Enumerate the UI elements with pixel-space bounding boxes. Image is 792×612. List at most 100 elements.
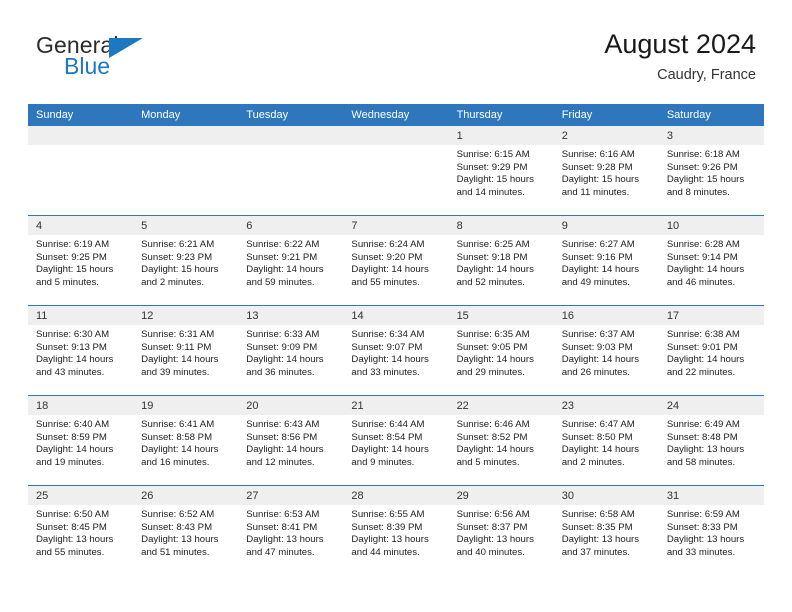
general-blue-logo[interactable]: General Blue (36, 34, 226, 88)
calendar-cell-inner (133, 126, 239, 215)
calendar-day-cell[interactable]: 8 Sunrise: 6:25 AM Sunset: 9:18 PM Daylight… (448, 215, 554, 306)
weekday-header-tuesday: Tuesday (238, 104, 344, 126)
calendar-day-cell[interactable]: 1 Sunrise: 6:15 AM Sunset: 9:29 PM Daylight… (448, 126, 554, 216)
sunset-time: Sunset: 9:01 PM (666, 341, 738, 353)
calendar-day-cell[interactable]: 17 Sunrise: 6:38 AM Sunset: 9:01 PM Dayligh… (658, 305, 764, 396)
calendar-cell-inner: 25 Sunrise: 6:50 AM Sunset: 8:45 PM Dayligh… (28, 486, 134, 575)
calendar-cell-empty (343, 126, 449, 216)
day-number: 8 (448, 216, 554, 235)
calendar-day-cell[interactable]: 6 Sunrise: 6:22 AM Sunset: 9:21 PM Daylight… (238, 215, 344, 306)
calendar-day-cell[interactable]: 21 Sunrise: 6:44 AM Sunset: 8:54 PM Dayligh… (343, 395, 449, 486)
calendar-week-row: 25 Sunrise: 6:50 AM Sunset: 8:45 PM Dayligh… (28, 485, 764, 575)
calendar-day-cell[interactable]: 10 Sunrise: 6:28 AM Sunset: 9:14 PM Dayligh… (658, 215, 764, 306)
calendar-cell-inner: 6 Sunrise: 6:22 AM Sunset: 9:21 PM Daylight… (238, 216, 344, 305)
daylight-duration-line2: and 11 minutes. (561, 186, 630, 198)
daylight-duration-line1: Daylight: 14 hours (141, 354, 219, 366)
calendar-day-cell[interactable]: 24 Sunrise: 6:49 AM Sunset: 8:48 PM Dayligh… (658, 395, 764, 486)
calendar-day-cell[interactable]: 20 Sunrise: 6:43 AM Sunset: 8:56 PM Dayligh… (238, 395, 344, 486)
day-details: Sunrise: 6:33 AM Sunset: 9:09 PM Daylight:… (238, 325, 343, 379)
daylight-duration-line1: Daylight: 14 hours (351, 444, 429, 456)
calendar-day-cell[interactable]: 28 Sunrise: 6:55 AM Sunset: 8:39 PM Dayligh… (343, 485, 449, 575)
daylight-duration-line2: and 39 minutes. (141, 366, 210, 378)
calendar-cell-inner: 3 Sunrise: 6:18 AM Sunset: 9:26 PM Daylight… (658, 126, 764, 215)
weekday-header-monday: Monday (133, 104, 239, 126)
calendar-day-cell[interactable]: 23 Sunrise: 6:47 AM Sunset: 8:50 PM Dayligh… (553, 395, 659, 486)
sunrise-time: Sunrise: 6:56 AM (456, 509, 530, 520)
calendar-day-cell[interactable]: 13 Sunrise: 6:33 AM Sunset: 9:09 PM Dayligh… (238, 305, 344, 396)
day-number: 11 (28, 306, 134, 325)
daylight-duration-line1: Daylight: 14 hours (666, 354, 745, 366)
calendar-day-cell[interactable]: 9 Sunrise: 6:27 AM Sunset: 9:16 PM Daylight… (553, 215, 659, 306)
day-number: 18 (28, 396, 134, 415)
daylight-duration-line2: and 16 minutes. (141, 456, 210, 468)
calendar-day-cell[interactable]: 18 Sunrise: 6:40 AM Sunset: 8:59 PM Dayligh… (28, 395, 134, 486)
weekday-header-saturday: Saturday (658, 104, 764, 126)
sunrise-time: Sunrise: 6:16 AM (561, 149, 635, 160)
sunset-time: Sunset: 9:28 PM (561, 161, 633, 173)
calendar-day-cell[interactable]: 3 Sunrise: 6:18 AM Sunset: 9:26 PM Daylight… (658, 126, 764, 216)
daylight-duration-line2: and 2 minutes. (561, 456, 625, 468)
calendar-cell-inner: 26 Sunrise: 6:52 AM Sunset: 8:43 PM Dayligh… (133, 486, 239, 575)
calendar-day-cell[interactable]: 14 Sunrise: 6:34 AM Sunset: 9:07 PM Dayligh… (343, 305, 449, 396)
calendar-cell-inner: 21 Sunrise: 6:44 AM Sunset: 8:54 PM Dayligh… (343, 396, 449, 485)
sunset-time: Sunset: 9:25 PM (36, 251, 107, 263)
daylight-duration-line1: Daylight: 13 hours (666, 444, 745, 456)
sunset-time: Sunset: 8:43 PM (141, 521, 213, 533)
weekday-header-wednesday: Wednesday (343, 104, 449, 126)
calendar-cell-inner: 7 Sunrise: 6:24 AM Sunset: 9:20 PM Daylight… (343, 216, 449, 305)
sunrise-time: Sunrise: 6:59 AM (666, 509, 740, 520)
calendar-day-cell[interactable]: 4 Sunrise: 6:19 AM Sunset: 9:25 PM Daylight… (28, 215, 134, 306)
calendar-grid: Sunday Monday Tuesday Wednesday Thursday… (28, 104, 764, 575)
sunrise-time: Sunrise: 6:25 AM (456, 239, 530, 250)
sunset-time: Sunset: 8:33 PM (666, 521, 738, 533)
calendar-day-cell[interactable]: 29 Sunrise: 6:56 AM Sunset: 8:37 PM Dayligh… (448, 485, 554, 575)
daylight-duration-line1: Daylight: 14 hours (666, 264, 745, 276)
day-details: Sunrise: 6:46 AM Sunset: 8:52 PM Daylight:… (449, 415, 554, 469)
calendar-day-cell[interactable]: 11 Sunrise: 6:30 AM Sunset: 9:13 PM Dayligh… (28, 305, 134, 396)
day-number: 30 (553, 486, 659, 505)
calendar-day-cell[interactable]: 15 Sunrise: 6:35 AM Sunset: 9:05 PM Dayligh… (448, 305, 554, 396)
day-number (133, 126, 239, 145)
calendar-day-cell[interactable]: 27 Sunrise: 6:53 AM Sunset: 8:41 PM Dayligh… (238, 485, 344, 575)
day-details: Sunrise: 6:35 AM Sunset: 9:05 PM Daylight:… (449, 325, 554, 379)
calendar-day-cell[interactable]: 12 Sunrise: 6:31 AM Sunset: 9:11 PM Dayligh… (133, 305, 239, 396)
sunset-time: Sunset: 9:03 PM (561, 341, 633, 353)
day-details: Sunrise: 6:21 AM Sunset: 9:23 PM Daylight:… (133, 235, 238, 289)
calendar-cell-inner: 12 Sunrise: 6:31 AM Sunset: 9:11 PM Dayligh… (133, 306, 239, 395)
day-number: 29 (448, 486, 554, 505)
calendar-day-cell[interactable]: 16 Sunrise: 6:37 AM Sunset: 9:03 PM Dayligh… (553, 305, 659, 396)
day-details: Sunrise: 6:31 AM Sunset: 9:11 PM Daylight:… (133, 325, 238, 379)
sunset-time: Sunset: 9:29 PM (456, 161, 528, 173)
calendar-day-cell[interactable]: 30 Sunrise: 6:58 AM Sunset: 8:35 PM Dayligh… (553, 485, 659, 575)
day-number: 25 (28, 486, 134, 505)
sunrise-time: Sunrise: 6:52 AM (141, 509, 215, 520)
calendar-day-cell[interactable]: 31 Sunrise: 6:59 AM Sunset: 8:33 PM Dayligh… (658, 485, 764, 575)
daylight-duration-line2: and 8 minutes. (666, 186, 730, 198)
daylight-duration-line1: Daylight: 14 hours (561, 264, 640, 276)
day-number: 10 (658, 216, 764, 235)
day-number: 19 (133, 396, 239, 415)
calendar-cell-inner: 27 Sunrise: 6:53 AM Sunset: 8:41 PM Dayligh… (238, 486, 344, 575)
calendar-day-cell[interactable]: 2 Sunrise: 6:16 AM Sunset: 9:28 PM Daylight… (553, 126, 659, 216)
sunset-time: Sunset: 8:50 PM (561, 431, 633, 443)
calendar-day-cell[interactable]: 22 Sunrise: 6:46 AM Sunset: 8:52 PM Dayligh… (448, 395, 554, 486)
daylight-duration-line1: Daylight: 14 hours (246, 444, 324, 456)
calendar-day-cell[interactable]: 25 Sunrise: 6:50 AM Sunset: 8:45 PM Dayligh… (28, 485, 134, 575)
calendar-cell-inner: 24 Sunrise: 6:49 AM Sunset: 8:48 PM Dayligh… (658, 396, 764, 485)
calendar-cell-inner: 8 Sunrise: 6:25 AM Sunset: 9:18 PM Daylight… (448, 216, 554, 305)
calendar-week-row: 1 Sunrise: 6:15 AM Sunset: 9:29 PM Daylight… (28, 126, 764, 216)
calendar-day-cell[interactable]: 7 Sunrise: 6:24 AM Sunset: 9:20 PM Daylight… (343, 215, 449, 306)
sunrise-time: Sunrise: 6:46 AM (456, 419, 530, 430)
calendar-day-cell[interactable]: 19 Sunrise: 6:41 AM Sunset: 8:58 PM Dayligh… (133, 395, 239, 486)
sunset-time: Sunset: 8:59 PM (36, 431, 107, 443)
day-details: Sunrise: 6:40 AM Sunset: 8:59 PM Daylight:… (28, 415, 133, 469)
calendar-cell-inner: 31 Sunrise: 6:59 AM Sunset: 8:33 PM Dayligh… (658, 486, 764, 575)
calendar-day-cell[interactable]: 5 Sunrise: 6:21 AM Sunset: 9:23 PM Daylight… (133, 215, 239, 306)
day-number: 1 (448, 126, 554, 145)
daylight-duration-line1: Daylight: 15 hours (141, 264, 219, 276)
calendar-day-cell[interactable]: 26 Sunrise: 6:52 AM Sunset: 8:43 PM Dayligh… (133, 485, 239, 575)
day-details: Sunrise: 6:16 AM Sunset: 9:28 PM Daylight:… (554, 145, 659, 199)
day-number: 13 (238, 306, 344, 325)
sunset-time: Sunset: 8:52 PM (456, 431, 528, 443)
page-subtitle-location: Caudry, France (657, 67, 756, 83)
